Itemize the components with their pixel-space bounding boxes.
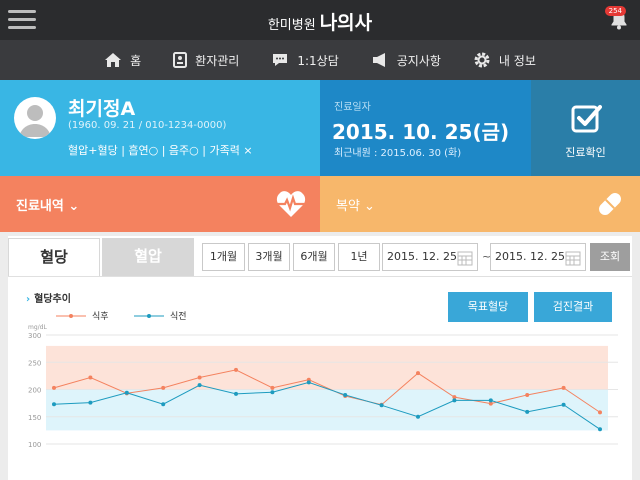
calendar-icon[interactable]	[457, 250, 473, 266]
end-date-value: 2015. 12. 25	[495, 250, 565, 263]
notification-badge: 254	[604, 6, 626, 16]
hospital-name: 한미병원	[267, 18, 316, 33]
data-point	[598, 410, 602, 415]
visit-date-panel: 진료일자 2015. 10. 25(금) 최근내원 : 2015.06. 30 …	[320, 80, 531, 176]
patient-card-icon	[173, 52, 188, 68]
legend-after-meal-swatch	[56, 313, 86, 318]
nav-item-notices[interactable]: 공지사항	[355, 40, 457, 80]
patient-name: 최기정A	[68, 98, 136, 120]
end-date-field[interactable]: 2015. 12. 25	[490, 243, 586, 271]
app-name: 나의사	[319, 12, 373, 34]
home-icon	[105, 53, 122, 67]
gear-icon	[474, 52, 490, 68]
target-glucose-button[interactable]: 목표혈당	[448, 292, 528, 322]
y-tick-label: 300	[28, 332, 41, 340]
start-date-field[interactable]: 2015. 12. 25	[382, 243, 478, 271]
checkbox-check-icon	[571, 105, 602, 133]
pill-icon	[599, 193, 621, 215]
data-point	[488, 398, 493, 403]
data-point	[197, 383, 202, 388]
avatar	[14, 97, 56, 139]
data-point	[525, 392, 530, 397]
chart-title: 혈당추이	[26, 290, 71, 305]
data-point	[52, 385, 56, 390]
y-tick-label: 100	[28, 441, 41, 449]
y-axis-label: mg/dL	[28, 324, 47, 331]
patient-card[interactable]: 최기정A (1960. 09. 21 / 010-1234-0000) 혈압+혈…	[0, 80, 320, 176]
profile-row: 최기정A (1960. 09. 21 / 010-1234-0000) 혈압+혈…	[0, 80, 640, 176]
data-point	[452, 398, 457, 403]
nav-item-my-info[interactable]: 내 정보	[457, 40, 552, 80]
confirm-visit-button[interactable]: 진료확인	[531, 80, 640, 176]
data-point	[270, 390, 275, 395]
tab-blood-pressure[interactable]: 혈압	[102, 238, 194, 276]
data-point	[561, 385, 566, 390]
period-6-month-button[interactable]: 6개월	[293, 243, 335, 271]
patient-habits: 혈압+혈당 | 흡연○ | 음주○ | 가족력 ×	[68, 144, 253, 157]
data-point	[234, 391, 238, 396]
data-point	[161, 402, 166, 407]
visit-date: 2015. 10. 25(금)	[332, 120, 510, 144]
nav-item-consult[interactable]: 1:1상담	[255, 40, 354, 80]
tab-glucose[interactable]: 혈당	[8, 238, 100, 276]
data-point	[306, 380, 311, 385]
patient-birth-phone: (1960. 09. 21 / 010-1234-0000)	[68, 120, 227, 131]
recent-visit: 최근내원 : 2015.06. 30 (화)	[334, 148, 462, 159]
data-point	[416, 371, 420, 376]
range-band-0	[46, 345, 608, 390]
calendar-icon[interactable]	[565, 250, 581, 266]
nav-item-label: 환자관리	[195, 53, 240, 68]
period-3-month-button[interactable]: 3개월	[248, 243, 290, 271]
data-point	[161, 385, 166, 390]
search-button[interactable]: 조회	[590, 243, 630, 271]
data-point	[561, 402, 566, 407]
period-1-year-button[interactable]: 1년	[338, 243, 380, 271]
megaphone-icon	[372, 53, 385, 67]
y-tick-label: 150	[28, 414, 41, 422]
data-point	[88, 400, 93, 405]
period-1-month-button[interactable]: 1개월	[202, 243, 245, 271]
graph-panel: 혈당 혈압 1개월 3개월 6개월 1년 2015. 12. 25 ~ 2015…	[8, 236, 632, 480]
user-silhouette-icon	[19, 105, 51, 137]
glucose-chart: 100 150 200 250 300mg/dL	[28, 324, 618, 449]
medication-label: 복약 ⌄	[336, 199, 375, 214]
data-point	[270, 385, 275, 390]
section-row: 진료내역 ⌄ 복약 ⌄	[0, 176, 640, 232]
data-point	[234, 367, 238, 372]
nav-item-home[interactable]: 홈	[88, 40, 157, 80]
chat-icon	[273, 54, 288, 66]
top-bar: 한미병원 나의사 254	[0, 0, 640, 40]
visit-date-label: 진료일자	[334, 102, 371, 113]
checkup-result-button[interactable]: 검진결과	[534, 292, 612, 322]
nav-item-label: 홈	[130, 53, 142, 68]
nav-item-label: 1:1상담	[297, 53, 339, 68]
history-label: 진료내역 ⌄	[16, 199, 80, 214]
confirm-label: 진료확인	[565, 146, 606, 159]
data-point	[379, 403, 384, 408]
legend-before-meal-swatch	[134, 313, 164, 318]
history-section[interactable]: 진료내역 ⌄	[0, 176, 320, 232]
y-tick-label: 250	[28, 359, 41, 367]
data-point	[598, 427, 602, 432]
main-nav: 홈 환자관리 1:1상담 공지사항 내 정보	[0, 40, 640, 80]
data-point	[124, 390, 129, 395]
tab-divider	[8, 276, 632, 277]
data-point	[525, 409, 530, 414]
data-point	[88, 375, 93, 380]
data-point	[197, 375, 202, 380]
medication-section[interactable]: 복약 ⌄	[320, 176, 640, 232]
app-title: 한미병원 나의사	[0, 8, 640, 35]
data-point	[52, 402, 56, 407]
nav-item-patients[interactable]: 환자관리	[157, 40, 255, 80]
y-tick-label: 200	[28, 387, 41, 395]
start-date-value: 2015. 12. 25	[387, 250, 457, 263]
data-point	[343, 392, 348, 397]
data-point	[416, 414, 420, 419]
heart-pulse-icon	[276, 191, 306, 217]
nav-item-label: 공지사항	[396, 53, 441, 68]
nav-item-label: 내 정보	[498, 53, 536, 68]
